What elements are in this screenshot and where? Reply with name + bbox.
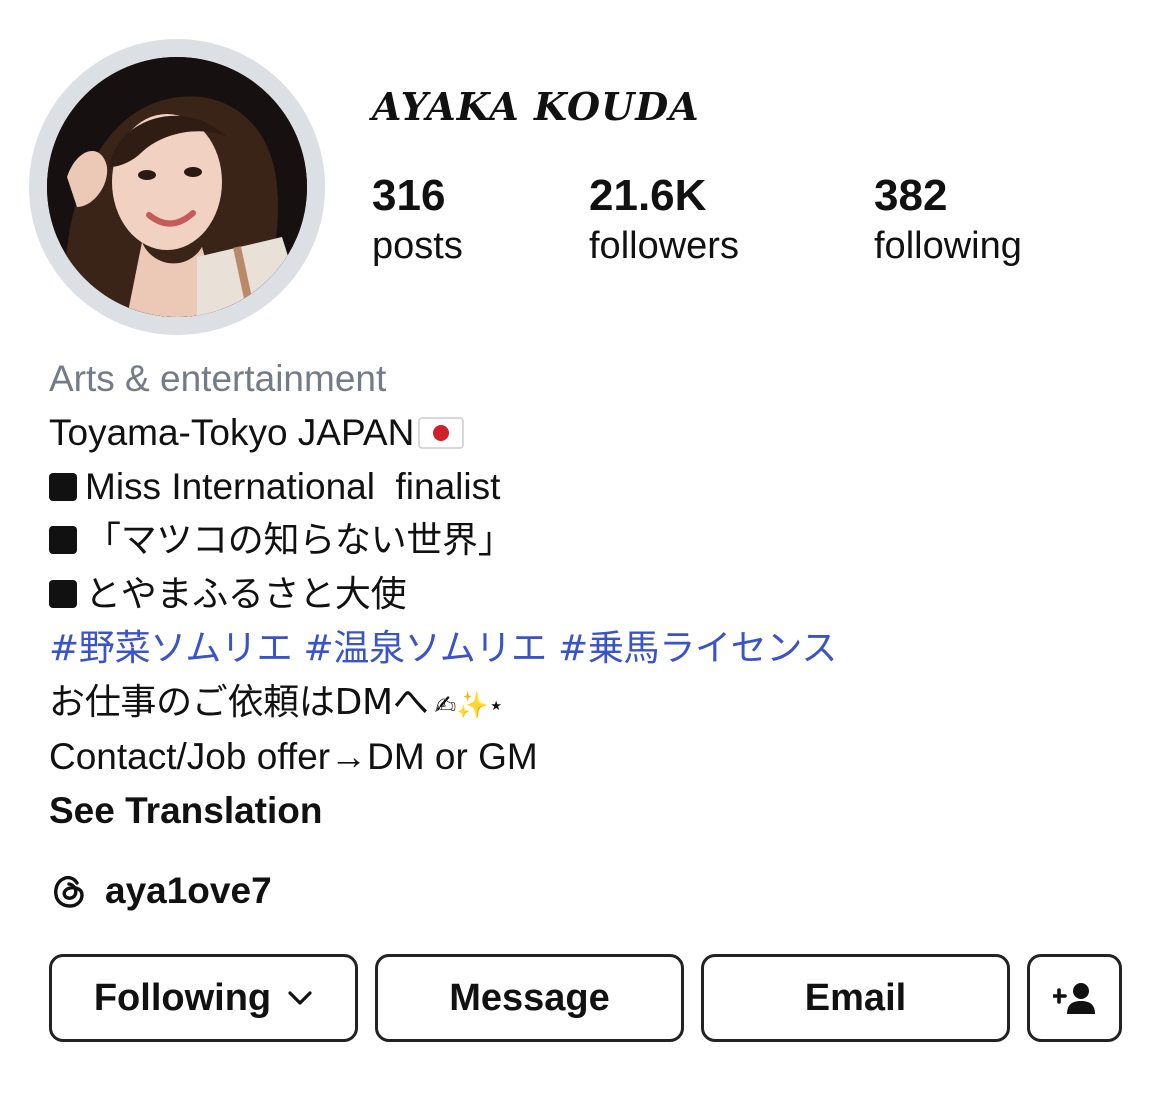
bio-item-2: 「マツコの知らない世界」 (49, 514, 1129, 568)
stat-followers[interactable]: 21.6K followers (589, 170, 739, 270)
bio-work-request-text: お仕事のご依頼はDMへ (49, 682, 429, 723)
profile-photo-icon (47, 57, 307, 317)
following-label: following (874, 225, 1022, 267)
followers-count: 21.6K (589, 171, 707, 220)
stat-posts[interactable]: 316 posts (372, 170, 463, 270)
add-user-button[interactable] (1027, 954, 1122, 1042)
message-button[interactable]: Message (375, 954, 684, 1042)
threads-handle: aya1ove7 (105, 870, 272, 911)
black-square-icon (49, 580, 77, 608)
followers-label: followers (589, 225, 739, 267)
bio-item-1-text: Miss International finalist (85, 466, 501, 507)
following-button-label: Following (93, 976, 272, 1019)
bio-item-3-text: とやまふるさと大使 (85, 574, 407, 615)
profile-bio: Arts & entertainment Toyama-Tokyo JAPAN … (49, 352, 1129, 838)
bio-contact: Contact/Job offer→DM or GM (49, 736, 538, 777)
posts-count: 316 (372, 171, 446, 220)
bio-location-line: Toyama-Tokyo JAPAN (49, 406, 1129, 460)
bio-work-request-decor: ✍︎✨⋆ (434, 691, 505, 721)
avatar[interactable] (47, 57, 307, 317)
bio-item-3: とやまふるさと大使 (49, 568, 1129, 622)
bio-item-2-text: 「マツコの知らない世界」 (85, 520, 514, 561)
chevron-down-icon (288, 991, 312, 1005)
bio-work-request: お仕事のご依頼はDMへ ✍︎✨⋆ (49, 676, 1129, 730)
japan-flag-icon (418, 417, 465, 449)
threads-icon (54, 875, 84, 908)
profile-category: Arts & entertainment (49, 358, 387, 399)
bio-item-1: Miss International finalist (49, 460, 1129, 514)
black-square-icon (49, 473, 77, 501)
posts-label: posts (372, 225, 463, 267)
see-translation-link[interactable]: See Translation (49, 784, 1129, 838)
email-button[interactable]: Email (701, 954, 1010, 1042)
message-button-label: Message (449, 976, 610, 1019)
threads-link[interactable]: aya1ove7 (49, 866, 272, 916)
add-user-icon (1052, 983, 1095, 1014)
black-square-icon (49, 526, 77, 554)
following-count: 382 (874, 171, 948, 220)
bio-hashtags[interactable]: #野菜ソムリエ #温泉ソムリエ #乗馬ライセンス (49, 622, 1129, 676)
stat-following[interactable]: 382 following (874, 170, 1022, 270)
profile-display-name: AYAKA KOUDA (372, 84, 700, 129)
following-button[interactable]: Following (49, 954, 358, 1042)
email-button-label: Email (804, 976, 907, 1019)
bio-location: Toyama-Tokyo JAPAN (49, 412, 415, 453)
